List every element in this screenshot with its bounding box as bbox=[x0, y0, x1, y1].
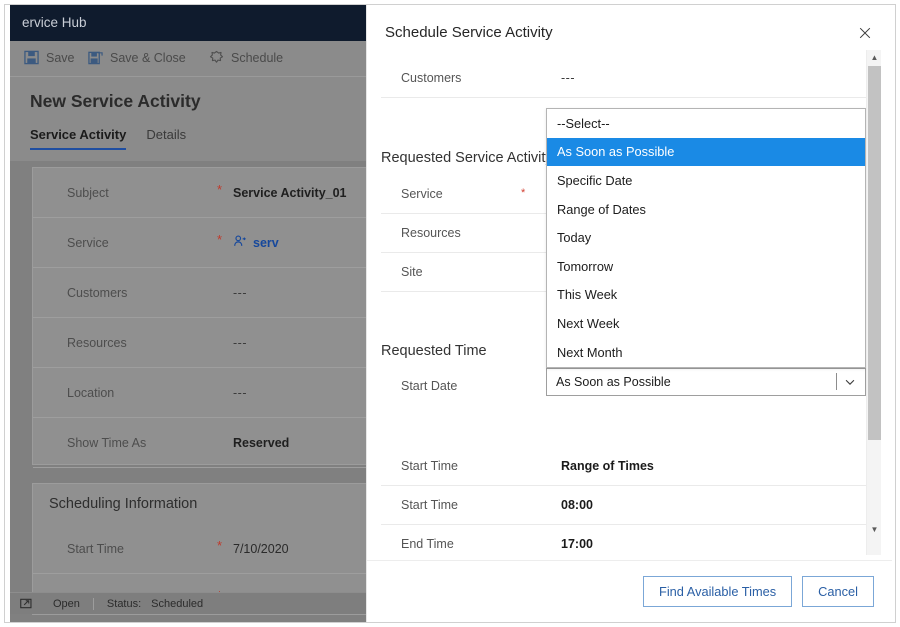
field-label-customers: Customers bbox=[67, 285, 128, 300]
record-header: New Service Activity Service Activity De… bbox=[10, 77, 366, 161]
dialog-footer: Find Available Times Cancel bbox=[367, 560, 892, 622]
dialog-field-label-end-time: End Time bbox=[401, 537, 454, 551]
field-label-subject: Subject bbox=[67, 185, 109, 200]
schedule-button[interactable]: Schedule bbox=[209, 50, 283, 65]
section-heading-requested-time: Requested Time bbox=[381, 343, 487, 359]
dialog-field-label-resources: Resources bbox=[401, 226, 461, 240]
background-app-pane: ervice Hub Save Save & Close Schedule Ne… bbox=[10, 5, 366, 622]
field-row-service[interactable]: Service * serv bbox=[33, 218, 366, 268]
scrollbar-thumb[interactable] bbox=[868, 66, 881, 440]
page-title: New Service Activity bbox=[30, 91, 201, 111]
save-and-close-icon bbox=[88, 50, 103, 65]
app-title-bar: ervice Hub bbox=[10, 5, 366, 41]
save-and-close-label: Save & Close bbox=[110, 50, 186, 65]
app-window-title: ervice Hub bbox=[22, 15, 87, 30]
field-label-resources: Resources bbox=[67, 335, 127, 350]
required-asterisk: * bbox=[217, 232, 223, 247]
required-asterisk: * bbox=[521, 187, 526, 199]
select-separator bbox=[836, 373, 837, 390]
contact-lookup-icon bbox=[233, 234, 247, 251]
dialog-field-label-customers: Customers bbox=[401, 71, 462, 85]
status-bar-status-label: Status: bbox=[106, 597, 142, 610]
save-icon bbox=[24, 50, 39, 65]
field-value-sched-start-time: 7/10/2020 bbox=[233, 541, 289, 556]
service-link-text: serv bbox=[253, 235, 279, 250]
dialog-title: Schedule Service Activity bbox=[385, 24, 553, 41]
dialog-scrollbar[interactable]: ▲ ▼ bbox=[866, 50, 881, 555]
dropdown-option[interactable]: Specific Date bbox=[547, 166, 865, 195]
dropdown-option[interactable]: Next Month bbox=[547, 338, 865, 367]
dialog-field-row-start-time-mode[interactable]: Start Time Range of Times bbox=[381, 447, 877, 486]
required-asterisk: * bbox=[217, 182, 223, 197]
field-label-sched-start-time: Start Time bbox=[67, 541, 124, 556]
save-and-close-button[interactable]: Save & Close bbox=[88, 50, 186, 65]
chevron-down-icon[interactable] bbox=[836, 373, 857, 390]
field-label-location: Location bbox=[67, 385, 115, 400]
dialog-field-label-start-time-mode: Start Time bbox=[401, 459, 458, 473]
close-icon[interactable] bbox=[853, 21, 877, 45]
main-field-card: Subject * Service Activity_01 Service * … bbox=[32, 167, 366, 468]
dialog-field-label-start-date: Start Date bbox=[401, 379, 458, 393]
screen-root: ervice Hub Save Save & Close Schedule Ne… bbox=[0, 0, 900, 627]
dialog-field-value-customers: --- bbox=[561, 71, 575, 85]
field-row-subject[interactable]: Subject * Service Activity_01 bbox=[33, 168, 366, 218]
field-label-show-time-as: Show Time As bbox=[67, 435, 147, 450]
scroll-up-arrow-icon[interactable]: ▲ bbox=[867, 50, 882, 65]
dialog-field-value-start-time-mode: Range of Times bbox=[561, 459, 654, 473]
command-bar: Save Save & Close Schedule bbox=[10, 41, 366, 77]
schedule-icon bbox=[209, 50, 224, 65]
tab-service-activity[interactable]: Service Activity bbox=[30, 127, 127, 150]
dialog-field-row-customers[interactable]: Customers --- bbox=[381, 59, 877, 98]
find-available-times-button[interactable]: Find Available Times bbox=[643, 576, 793, 607]
dialog-field-label-site: Site bbox=[401, 265, 423, 279]
dialog-field-value-end-time: 17:00 bbox=[561, 537, 593, 551]
dropdown-option[interactable]: Next Week bbox=[547, 309, 865, 338]
save-label: Save bbox=[46, 50, 75, 65]
field-value-resources: --- bbox=[233, 335, 247, 350]
status-bar-divider bbox=[92, 597, 94, 610]
field-value-service[interactable]: serv bbox=[233, 234, 279, 251]
popout-icon[interactable] bbox=[20, 597, 33, 610]
start-date-select-value: As Soon as Possible bbox=[556, 375, 671, 389]
schedule-label: Schedule bbox=[231, 50, 284, 65]
field-value-location: --- bbox=[233, 385, 247, 400]
dropdown-option[interactable]: Today bbox=[547, 223, 865, 252]
start-date-select[interactable]: As Soon as Possible bbox=[546, 368, 866, 396]
cancel-button[interactable]: Cancel bbox=[802, 576, 874, 607]
field-row-location[interactable]: Location --- bbox=[33, 368, 366, 418]
section-heading-requested-service-activity: Requested Service Activity bbox=[381, 150, 553, 166]
field-value-show-time-as: Reserved bbox=[233, 435, 290, 450]
status-bar: Open Status: Scheduled bbox=[10, 592, 366, 614]
field-row-show-time-as[interactable]: Show Time As Reserved bbox=[33, 418, 366, 468]
dialog-field-row-end-time[interactable]: End Time 17:00 bbox=[381, 525, 877, 560]
field-label-service: Service bbox=[67, 235, 109, 250]
dropdown-option[interactable]: Tomorrow bbox=[547, 252, 865, 281]
dialog-field-value-start-time: 08:00 bbox=[561, 498, 593, 512]
dialog-field-row-start-time[interactable]: Start Time 08:00 bbox=[381, 486, 877, 525]
field-row-resources[interactable]: Resources --- bbox=[33, 318, 366, 368]
dropdown-option[interactable]: As Soon as Possible bbox=[547, 137, 865, 167]
save-button[interactable]: Save bbox=[24, 50, 75, 65]
dropdown-option[interactable]: Range of Dates bbox=[547, 195, 865, 224]
field-row-sched-start-time[interactable]: Start Time * 7/10/2020 bbox=[33, 524, 366, 574]
dialog-field-label-service: Service bbox=[401, 187, 443, 201]
field-value-customers: --- bbox=[233, 285, 247, 300]
dialog-field-label-start-time: Start Time bbox=[401, 498, 458, 512]
start-date-dropdown-list[interactable]: --Select-- As Soon as Possible Specific Da… bbox=[546, 108, 866, 368]
field-value-subject: Service Activity_01 bbox=[233, 185, 347, 200]
status-badge: Scheduled bbox=[151, 597, 204, 610]
required-asterisk: * bbox=[217, 538, 223, 553]
status-bar-open-label[interactable]: Open bbox=[53, 598, 80, 610]
dropdown-option[interactable]: --Select-- bbox=[547, 109, 865, 138]
dropdown-option[interactable]: This Week bbox=[547, 281, 865, 310]
field-row-customers[interactable]: Customers --- bbox=[33, 268, 366, 318]
scroll-down-arrow-icon[interactable]: ▼ bbox=[867, 522, 882, 537]
record-tabs: Service Activity Details bbox=[30, 127, 186, 150]
scheduling-card-heading: Scheduling Information bbox=[49, 496, 198, 512]
tab-details[interactable]: Details bbox=[146, 127, 186, 148]
